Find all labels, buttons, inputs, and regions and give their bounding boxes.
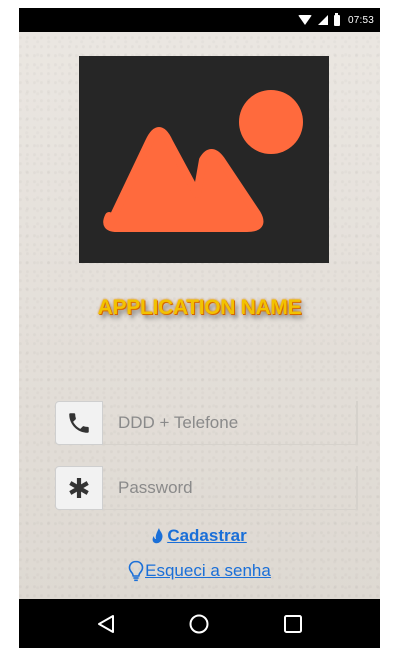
recents-button[interactable]: [281, 612, 305, 636]
asterisk-icon-box: [55, 466, 103, 510]
status-bar: 07:53: [19, 8, 380, 32]
app-screen: 07:53 APPLICATION NAME DDD + Telefone Ca…: [19, 8, 380, 648]
app-name: APPLICATION NAME: [97, 296, 302, 319]
back-icon: [97, 614, 114, 633]
register-label: Cadastrar: [167, 526, 247, 545]
password-input-box: [103, 466, 358, 510]
home-button[interactable]: [187, 612, 211, 636]
signal-icon: [317, 15, 328, 25]
flame-icon: [152, 528, 163, 544]
phone-icon: [69, 413, 89, 433]
asterisk-icon: [69, 478, 89, 498]
forgot-password-link[interactable]: Esqueci a senha: [19, 560, 380, 582]
forgot-password-label: Esqueci a senha: [145, 561, 271, 580]
phone-input-box: [103, 401, 358, 445]
app-logo: [79, 56, 329, 263]
phone-field: [55, 401, 358, 445]
phone-input[interactable]: [118, 412, 356, 433]
register-link[interactable]: Cadastrar: [19, 526, 380, 546]
status-time: 07:53: [347, 14, 374, 26]
home-icon: [189, 614, 209, 633]
recents-icon: [284, 614, 303, 633]
phone-icon-box: [55, 401, 103, 445]
back-button[interactable]: [94, 612, 118, 636]
lightbulb-icon: [128, 560, 144, 582]
wifi-icon: [297, 15, 312, 25]
navigation-bar: [19, 599, 380, 648]
battery-icon: [333, 12, 340, 26]
image-placeholder-icon: [103, 90, 303, 232]
password-input[interactable]: [118, 477, 356, 498]
password-field: [55, 466, 358, 510]
